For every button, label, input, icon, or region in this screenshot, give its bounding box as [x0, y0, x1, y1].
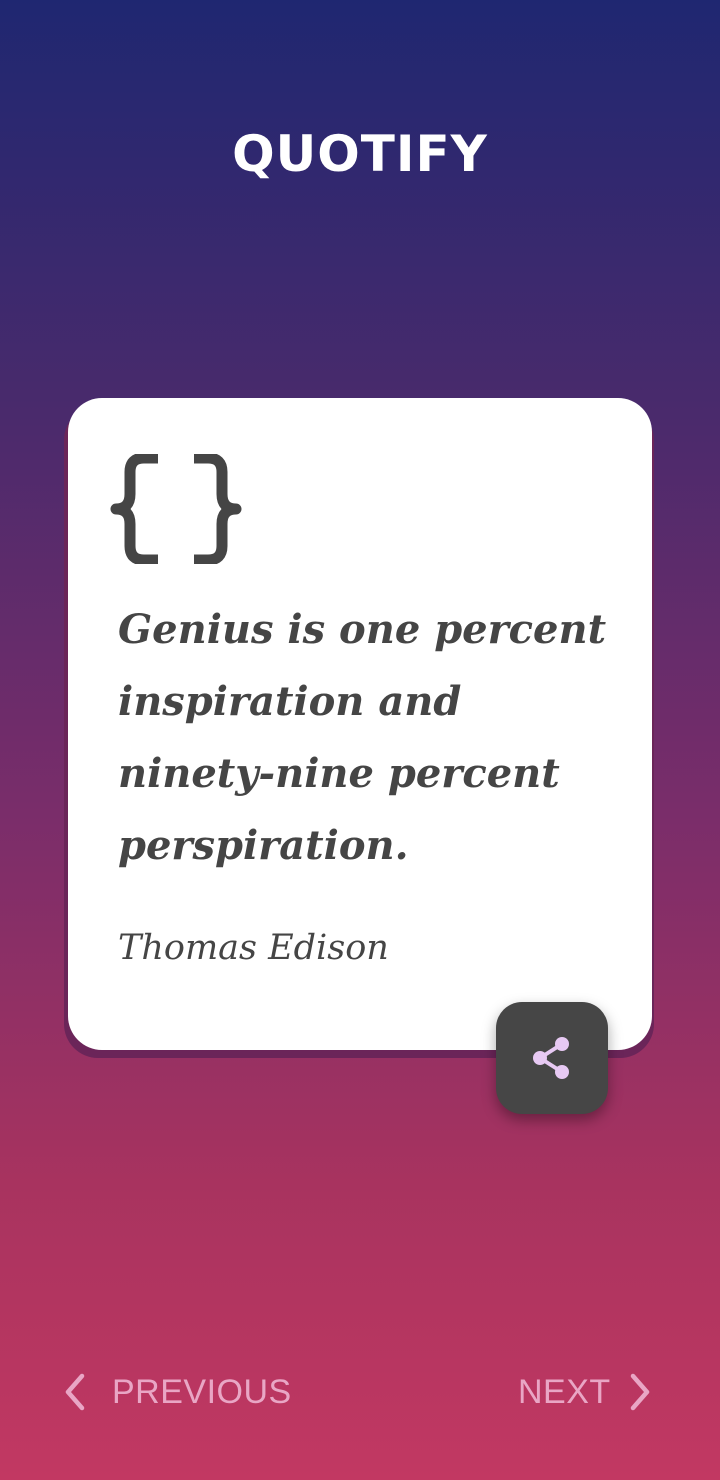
app-title: QUOTIFY	[232, 125, 488, 183]
chevron-left-icon	[65, 1373, 85, 1411]
previous-button[interactable]: PREVIOUS	[60, 1362, 292, 1422]
quote-author: Thomas Edison	[118, 928, 389, 968]
next-button[interactable]: NEXT	[518, 1362, 655, 1422]
next-label: NEXT	[518, 1372, 611, 1411]
quote-card: Genius is one percent inspiration and ni…	[68, 398, 652, 1050]
share-button[interactable]	[496, 1002, 608, 1114]
quote-text: Genius is one percent inspiration and ni…	[118, 606, 607, 869]
chevron-right-icon	[630, 1373, 649, 1411]
previous-label: PREVIOUS	[112, 1372, 292, 1411]
share-icon	[533, 1037, 569, 1079]
curly-braces-icon	[110, 454, 242, 564]
